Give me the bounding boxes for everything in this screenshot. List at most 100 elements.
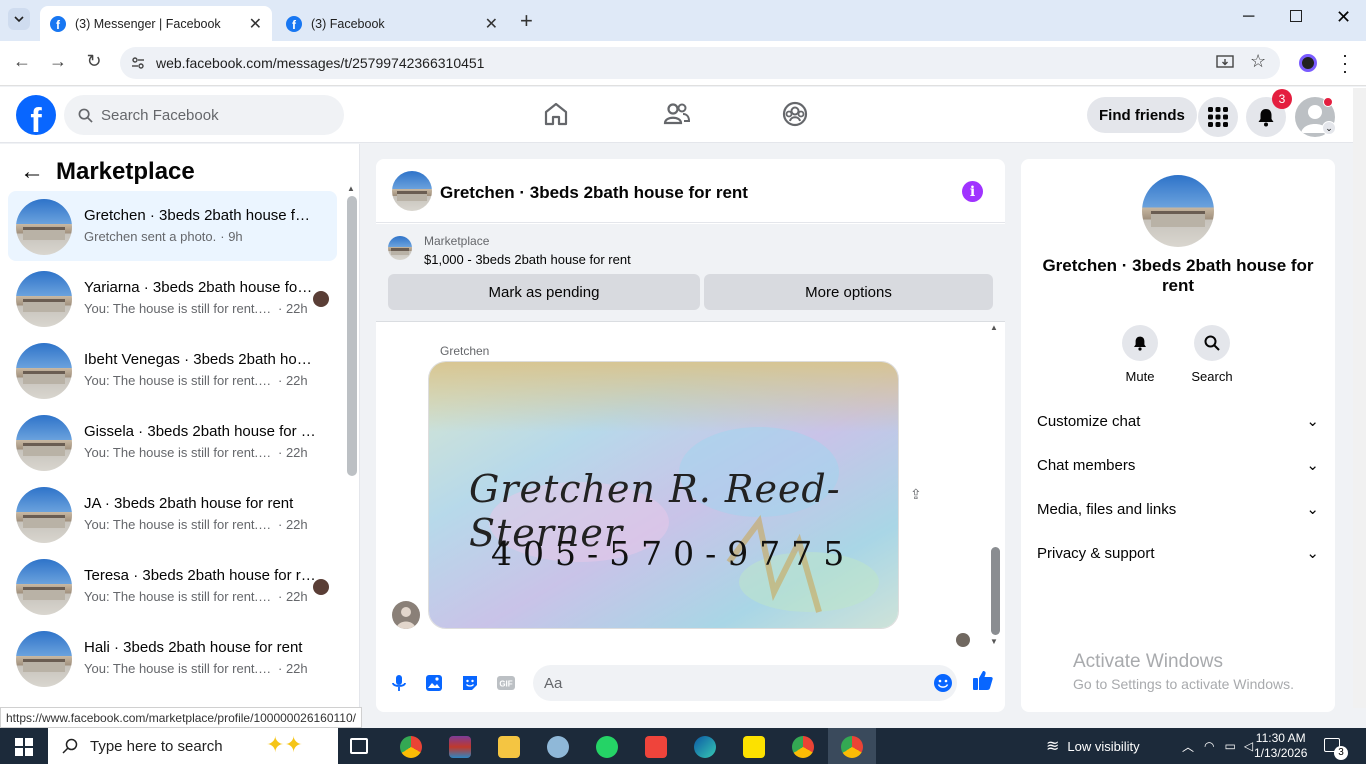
chat-avatar[interactable] — [392, 171, 432, 211]
archive-app-icon[interactable] — [449, 736, 471, 758]
facebook-header: f Search Facebook Find friends 3 ⌄ — [0, 87, 1366, 143]
sticky-notes-icon[interactable] — [743, 736, 765, 758]
more-options-button[interactable]: More options — [704, 274, 993, 310]
message-input[interactable]: Aa — [533, 665, 957, 701]
details-name[interactable]: Gretchen · 3beds 2bath house for rent — [1037, 256, 1319, 296]
conversation-item[interactable]: JA · 3beds 2bath house for rent You: The … — [8, 479, 337, 549]
friends-icon[interactable] — [661, 99, 691, 129]
card-phone-number: 405-570-9775 — [491, 534, 856, 573]
file-explorer-icon[interactable] — [498, 736, 520, 758]
new-tab-button[interactable]: + — [520, 8, 533, 34]
taskbar-search-input[interactable]: Type here to search ✦✦ — [48, 728, 338, 764]
microphone-icon[interactable] — [389, 673, 409, 693]
media-files-links-section[interactable]: Media, files and links ⌄ — [1037, 497, 1319, 521]
close-tab-icon[interactable]: ✕ — [249, 14, 262, 34]
conversation-item[interactable]: Gretchen · 3beds 2bath house for rent Gre… — [8, 191, 337, 261]
site-info-icon[interactable] — [130, 55, 146, 71]
active-app-highlight[interactable] — [828, 728, 876, 764]
reload-icon[interactable]: ↻ — [82, 51, 106, 72]
info-icon[interactable]: i — [962, 181, 983, 202]
back-arrow-icon[interactable]: ← — [20, 158, 44, 186]
search-highlight-icon: ✦✦ — [266, 732, 303, 757]
listing-price[interactable]: $1,000 - 3beds 2bath house for rent — [424, 252, 631, 267]
like-thumb-icon[interactable] — [972, 669, 994, 691]
tab-messenger[interactable]: f (3) Messenger | Facebook ✕ — [40, 6, 272, 41]
search-icon — [78, 108, 93, 123]
conversation-avatar — [16, 343, 72, 399]
conversation-preview: You: The house is still for rent. Sha...… — [84, 589, 308, 604]
home-icon[interactable] — [541, 99, 571, 129]
sticker-icon[interactable] — [460, 673, 480, 693]
bookmark-star-icon[interactable]: ☆ — [1250, 51, 1266, 72]
chrome-app-icon[interactable] — [400, 736, 422, 758]
install-app-icon[interactable] — [1216, 55, 1234, 71]
listing-thumbnail[interactable] — [388, 236, 412, 260]
conversation-item[interactable]: Teresa · 3beds 2bath house for rent You: … — [8, 551, 337, 621]
forward-icon[interactable]: → — [46, 51, 70, 72]
chat-scrollbar[interactable] — [991, 547, 1000, 635]
close-tab-icon[interactable]: ✕ — [485, 14, 498, 34]
url-text: web.facebook.com/messages/t/257997423663… — [156, 55, 485, 71]
conversation-details-pane: Gretchen · 3beds 2bath house for rent Mu… — [1021, 159, 1335, 712]
message-composer: GIF Aa — [376, 659, 1005, 712]
mark-as-pending-button[interactable]: Mark as pending — [388, 274, 700, 310]
chat-scroll-up-arrow[interactable]: ▲ — [990, 323, 998, 332]
search-in-conversation-action[interactable]: Search — [1182, 325, 1242, 384]
conversation-name: Hali · 3beds 2bath house for rent — [84, 639, 303, 656]
tab-title: (3) Messenger | Facebook — [75, 16, 221, 31]
emoji-icon[interactable] — [933, 673, 953, 693]
menu-dots-icon[interactable]: · · · — [1342, 46, 1348, 80]
paint-app-icon[interactable] — [547, 736, 569, 758]
details-avatar[interactable] — [1142, 175, 1214, 247]
tray-icons[interactable]: ︿ ◠ ▭ ◁ — [1182, 728, 1253, 764]
weather-widget[interactable]: ≋ Low visibility — [1046, 728, 1140, 764]
groups-icon[interactable] — [780, 99, 810, 129]
facebook-search-input[interactable]: Search Facebook — [64, 95, 344, 135]
share-icon[interactable]: ⇪ — [910, 486, 922, 503]
conversation-item[interactable]: Gissela · 3beds 2bath house for rent You:… — [8, 407, 337, 477]
account-chevron-icon[interactable]: ⌄ — [1322, 121, 1336, 135]
chat-title[interactable]: Gretchen · 3beds 2bath house for rent — [440, 183, 748, 203]
photo-message[interactable]: Gretchen R. Reed-Sterner 405-570-9775 — [428, 361, 899, 629]
chat-scroll-down-arrow[interactable]: ▼ — [990, 637, 998, 646]
chat-members-section[interactable]: Chat members ⌄ — [1037, 453, 1319, 477]
activate-windows-watermark: Activate Windows Go to Settings to activ… — [1073, 651, 1294, 692]
back-icon[interactable]: ← — [10, 51, 34, 72]
minimize-button[interactable]: ─ — [1243, 8, 1254, 26]
chevron-up-icon[interactable]: ︿ — [1182, 738, 1194, 755]
sender-avatar[interactable] — [392, 601, 420, 629]
windows-start-icon[interactable] — [15, 738, 33, 756]
anydesk-icon[interactable] — [645, 736, 667, 758]
customize-chat-section[interactable]: Customize chat ⌄ — [1037, 409, 1319, 433]
mute-label: Mute — [1125, 369, 1155, 384]
task-view-icon[interactable] — [350, 738, 368, 754]
extension-icon[interactable] — [1299, 54, 1317, 72]
omnibox[interactable]: web.facebook.com/messages/t/257997423663… — [120, 47, 1280, 79]
conversation-item[interactable]: Yariarna · 3beds 2bath house for rent You… — [8, 263, 337, 333]
page-scrollbar[interactable] — [1353, 88, 1366, 708]
conversation-avatar — [16, 415, 72, 471]
tab-list-button[interactable] — [8, 8, 30, 30]
volume-icon[interactable]: ◁ — [1244, 739, 1253, 753]
privacy-support-section[interactable]: Privacy & support ⌄ — [1037, 541, 1319, 565]
find-friends-button[interactable]: Find friends — [1087, 97, 1197, 133]
chevron-down-icon: ⌄ — [1306, 545, 1319, 562]
sidebar-scrollbar[interactable] — [347, 196, 357, 476]
close-window-button[interactable]: ✕ — [1336, 7, 1351, 28]
taskbar-clock[interactable]: 11:30 AM 1/13/2026 — [1254, 731, 1307, 761]
scroll-up-arrow[interactable]: ▲ — [347, 184, 355, 193]
chrome-profile-icon[interactable] — [792, 736, 814, 758]
whatsapp-icon[interactable] — [596, 736, 618, 758]
restore-button[interactable] — [1290, 10, 1302, 22]
battery-icon[interactable]: ▭ — [1225, 739, 1236, 753]
menu-button[interactable] — [1198, 97, 1238, 137]
wifi-icon[interactable]: ◠ — [1204, 739, 1214, 753]
conversation-item[interactable]: Ibeht Venegas · 3beds 2bath house for re… — [8, 335, 337, 405]
tab-facebook[interactable]: f (3) Facebook ✕ — [276, 6, 508, 41]
conversation-item[interactable]: Hali · 3beds 2bath house for rent You: Th… — [8, 623, 337, 693]
gif-icon[interactable]: GIF — [496, 673, 516, 693]
mute-action[interactable]: Mute — [1110, 325, 1170, 384]
edge-icon[interactable] — [694, 736, 716, 758]
photo-icon[interactable] — [424, 673, 444, 693]
facebook-logo[interactable]: f — [16, 95, 56, 135]
